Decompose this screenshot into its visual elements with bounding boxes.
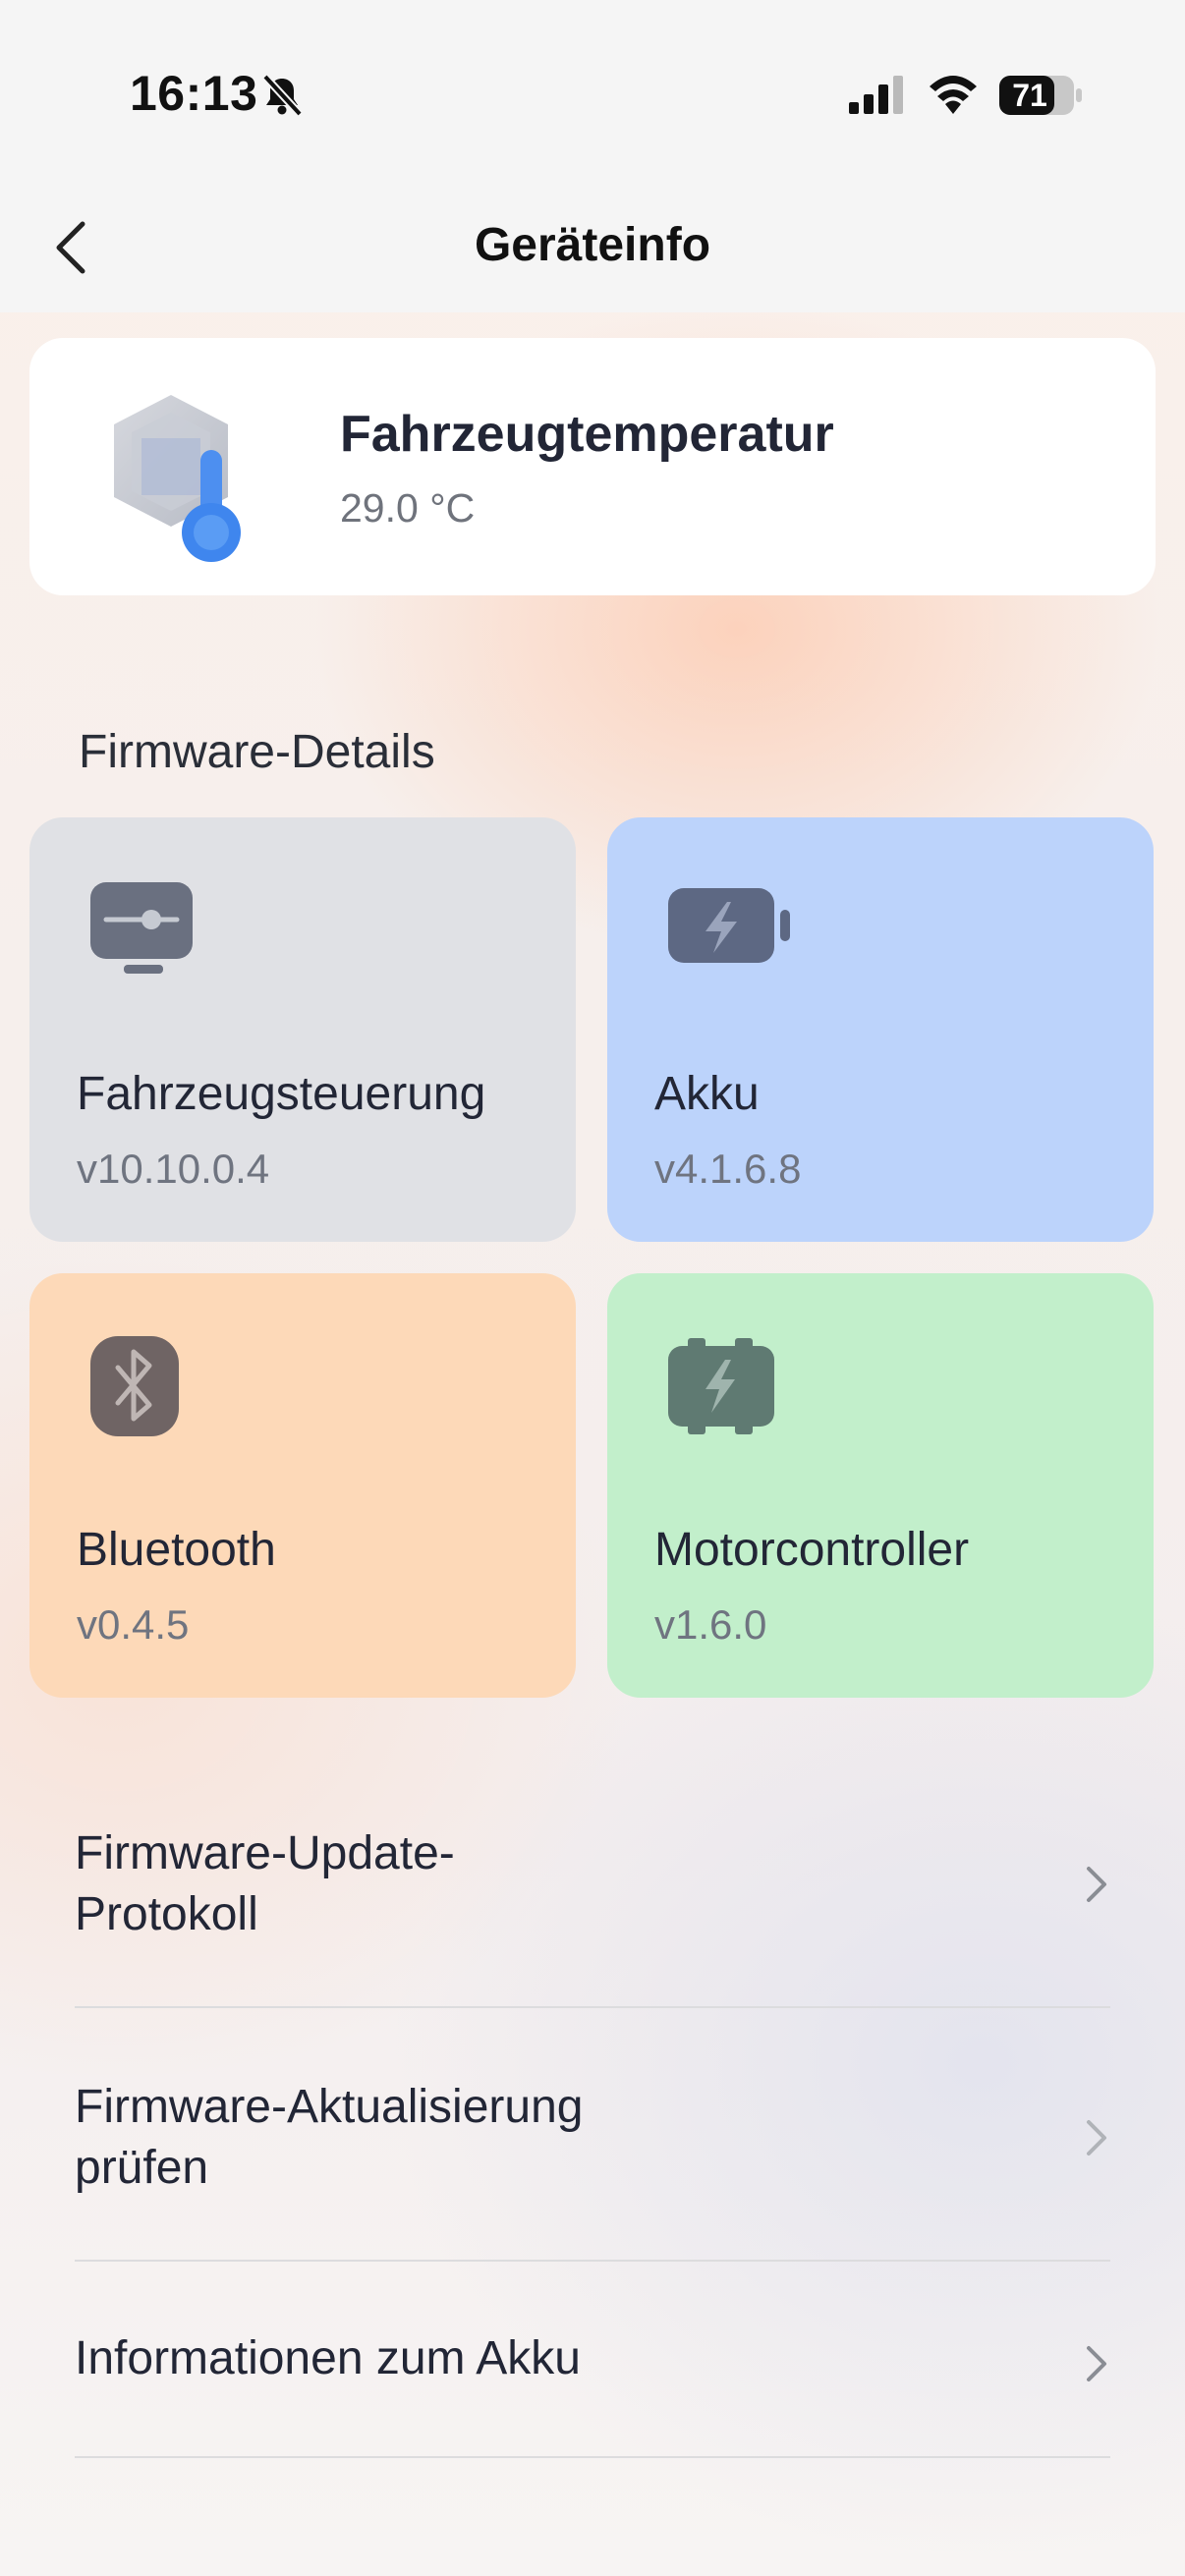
status-time: 16:13 [130,66,258,121]
tile-version: v1.6.0 [654,1601,767,1648]
firmware-tile-motor-controller[interactable]: Motorcontroller v1.6.0 [607,1273,1154,1698]
chevron-right-icon [1087,2346,1106,2381]
menu-item-label: Firmware-Update- Protokoll [75,1827,455,1940]
tile-name: Motorcontroller [654,1524,970,1576]
menu-item-battery-info[interactable]: Informationen zum Akku [75,2328,1110,2460]
tile-version: v0.4.5 [77,1601,190,1648]
controller-icon [90,882,193,974]
tile-name: Akku [654,1068,760,1120]
tile-name: Fahrzeugsteuerung [77,1068,486,1120]
tile-name: Bluetooth [77,1524,276,1576]
tile-version: v10.10.0.4 [77,1146,270,1192]
device-name: Fahrzeugtemperatur [340,406,834,463]
divider [75,2260,1110,2262]
menu-item-label: Informationen zum Akku [75,2332,581,2384]
battery-level: 71 [1012,78,1047,113]
device-temperature: 29.0 °C [340,485,476,531]
firmware-tile-vehicle-control[interactable]: Fahrzeugsteuerung v10.10.0.4 [29,817,576,1242]
chevron-right-icon [1087,1867,1106,1902]
tile-version: v4.1.6.8 [654,1146,802,1192]
menu-item-check-update[interactable]: Firmware-Aktualisierung prüfen [75,2073,1110,2264]
firmware-tile-battery[interactable]: Akku v4.1.6.8 [607,817,1154,1242]
firmware-tile-bluetooth[interactable]: Bluetooth v0.4.5 [29,1273,576,1698]
device-card [29,338,1156,595]
battery-icon [668,888,790,963]
motor-icon [668,1338,774,1434]
chevron-right-icon [1087,2120,1106,2156]
cellular-signal-icon [849,76,903,114]
top-bar: 16:13 71 Geräteinfo [0,0,1185,312]
bluetooth-icon [90,1336,179,1436]
menu-item-update-log[interactable]: Firmware-Update- Protokoll [75,1820,1110,2010]
thermometer-icon [114,395,241,562]
menu-item-label: Firmware-Aktualisierung prüfen [75,2081,584,2194]
divider [75,2006,1110,2008]
wifi-icon [930,76,977,114]
divider [75,2456,1110,2458]
bell-slash-icon [262,74,303,117]
page-title: Geräteinfo [474,219,711,271]
section-title-firmware: Firmware-Details [79,726,435,778]
